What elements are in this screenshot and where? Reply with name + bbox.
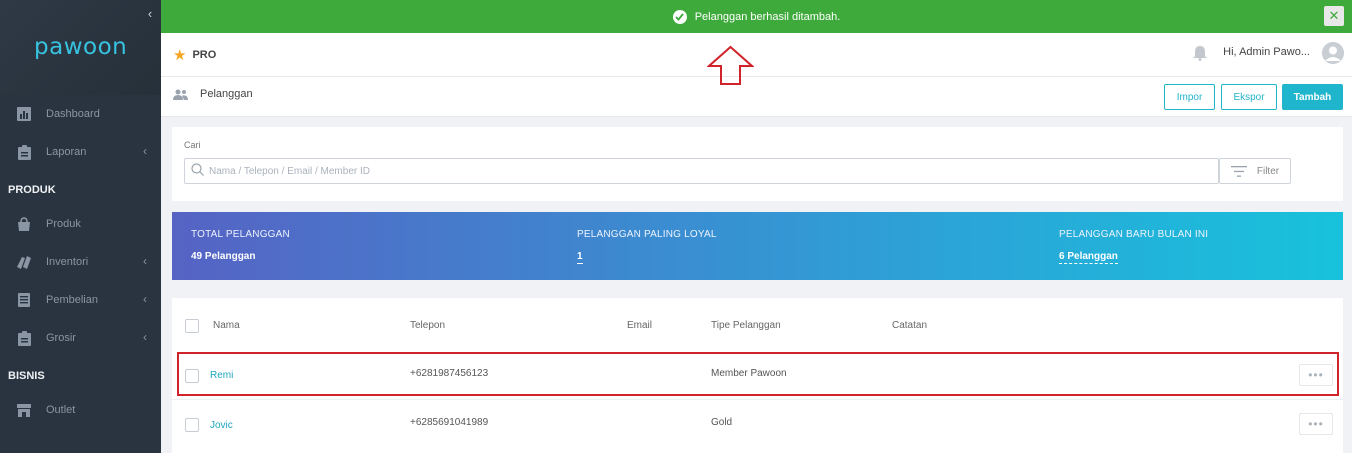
highlight-box — [177, 352, 1339, 396]
chevron-left-icon: ‹ — [143, 144, 147, 158]
sidebar-item-label: Inventori — [46, 256, 89, 268]
check-circle-icon — [672, 9, 687, 24]
sidebar-item-inventori[interactable]: Inventori ‹ — [0, 243, 161, 281]
success-toast: Pelanggan berhasil ditambah. ✕ — [161, 0, 1352, 33]
search-label: Cari — [184, 140, 201, 150]
sidebar-item-label: Produk — [46, 218, 81, 230]
sidebar: ‹ pawoon Dashboard Laporan ‹ PRODUK Prod… — [0, 0, 161, 453]
chevron-left-icon: ‹ — [143, 330, 147, 344]
sidebar-item-laporan[interactable]: Laporan ‹ — [0, 133, 161, 171]
sidebar-item-label: Laporan — [46, 146, 87, 158]
stat-label: PELANGGAN BARU BULAN INI — [1059, 229, 1209, 240]
sidebar-collapse-button[interactable]: ‹ — [139, 0, 161, 28]
filter-label: Filter — [1256, 165, 1280, 177]
sidebar-item-label: Grosir — [46, 332, 76, 344]
toast-message: Pelanggan berhasil ditambah. — [694, 10, 841, 23]
table-header: Nama Telepon Email Tipe Pelanggan Catata… — [172, 298, 1343, 350]
toast-close-button[interactable]: ✕ — [1324, 6, 1344, 26]
sidebar-item-label: Dashboard — [46, 108, 100, 120]
page-header: Pelanggan Impor Ekspor Tambah — [161, 77, 1352, 117]
row-actions-button[interactable]: ••• — [1299, 413, 1333, 435]
stat-most-loyal: PELANGGAN PALING LOYAL 1 — [577, 229, 717, 264]
users-icon — [173, 89, 188, 100]
search-input[interactable]: Nama / Telepon / Email / Member ID — [184, 158, 1219, 184]
more-dots-icon: ••• — [1308, 417, 1324, 431]
search-placeholder: Nama / Telepon / Email / Member ID — [209, 165, 370, 177]
sidebar-item-produk[interactable]: Produk — [0, 205, 161, 243]
sidebar-item-outlet[interactable]: Outlet — [0, 391, 161, 429]
row-checkbox[interactable] — [185, 418, 199, 432]
column-header-name[interactable]: Nama — [213, 320, 240, 331]
chevron-left-icon: ‹ — [147, 6, 153, 21]
column-header-phone[interactable]: Telepon — [410, 320, 445, 331]
table-row[interactable]: Jovic +6285691041989 Gold ••• — [172, 401, 1343, 449]
stat-value-link[interactable]: 6 Pelanggan — [1059, 251, 1118, 264]
store-icon — [16, 402, 32, 418]
sidebar-item-label: Outlet — [46, 404, 76, 416]
sidebar-item-label: Pembelian — [46, 294, 98, 306]
chevron-left-icon: ‹ — [143, 292, 147, 306]
column-header-email[interactable]: Email — [627, 320, 652, 331]
sidebar-item-grosir[interactable]: Grosir ‹ — [0, 319, 161, 357]
sidebar-item-dashboard[interactable]: Dashboard — [0, 95, 161, 133]
top-bar: ★ PRO Hi, Admin Pawo... — [161, 33, 1352, 77]
search-icon — [191, 163, 204, 179]
sidebar-item-pembelian[interactable]: Pembelian ‹ — [0, 281, 161, 319]
select-all-checkbox[interactable] — [185, 319, 199, 333]
shopping-bag-icon — [16, 216, 32, 232]
sidebar-header: ‹ pawoon — [0, 0, 161, 95]
user-greeting[interactable]: Hi, Admin Pawo... — [1223, 46, 1310, 58]
close-icon: ✕ — [1328, 8, 1340, 23]
sidebar-section-produk: PRODUK — [8, 184, 56, 196]
add-customer-button[interactable]: Tambah — [1282, 84, 1343, 110]
filter-icon — [1230, 165, 1247, 177]
stats-banner: TOTAL PELANGGAN 49 Pelanggan PELANGGAN P… — [172, 212, 1343, 280]
stat-label: PELANGGAN PALING LOYAL — [577, 229, 717, 240]
page-title: Pelanggan — [173, 88, 253, 100]
filter-button[interactable]: Filter — [1219, 158, 1291, 184]
export-button[interactable]: Ekspor — [1221, 84, 1277, 110]
inventory-icon — [16, 254, 32, 270]
stat-total-customers: TOTAL PELANGGAN 49 Pelanggan — [191, 229, 290, 262]
column-header-type[interactable]: Tipe Pelanggan — [711, 320, 781, 331]
clipboard-icon — [16, 144, 32, 160]
stat-label: TOTAL PELANGGAN — [191, 229, 290, 240]
customer-name-link[interactable]: Jovic — [210, 420, 233, 431]
up-arrow-annotation-icon — [707, 45, 754, 85]
clipboard-icon — [16, 330, 32, 346]
page-title-text: Pelanggan — [200, 88, 253, 100]
sidebar-section-bisnis: BISNIS — [8, 370, 45, 382]
customer-phone: +6285691041989 — [410, 417, 489, 428]
stat-value: 49 Pelanggan — [191, 251, 256, 262]
search-card: Cari Nama / Telepon / Email / Member ID … — [172, 127, 1343, 201]
document-icon — [16, 292, 32, 308]
stat-value-link[interactable]: 1 — [577, 251, 583, 264]
pawoon-logo: pawoon — [34, 34, 128, 60]
chevron-left-icon: ‹ — [143, 254, 147, 268]
import-button[interactable]: Impor — [1164, 84, 1215, 110]
plan-badge: ★ PRO — [173, 46, 216, 64]
star-icon: ★ — [173, 47, 187, 64]
bar-chart-icon — [16, 106, 32, 122]
stat-new-this-month: PELANGGAN BARU BULAN INI 6 Pelanggan — [1059, 229, 1208, 264]
column-header-note[interactable]: Catatan — [892, 320, 927, 331]
notification-bell-icon[interactable] — [1193, 45, 1207, 64]
plan-label: PRO — [192, 49, 217, 61]
user-avatar[interactable] — [1322, 42, 1344, 64]
customer-type: Gold — [711, 417, 733, 428]
